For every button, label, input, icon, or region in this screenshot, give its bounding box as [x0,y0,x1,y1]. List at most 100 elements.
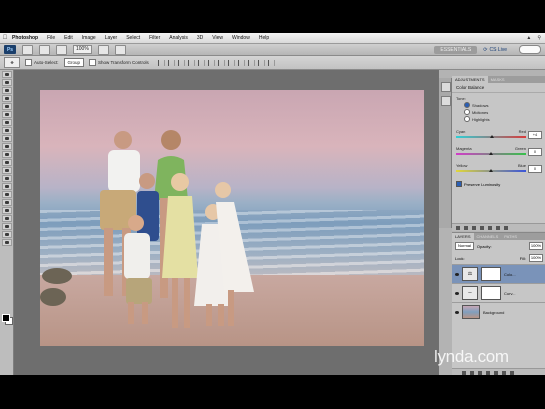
magenta-green-slider[interactable]: Magenta Green 0 [452,143,545,160]
layer-mask-thumbnail[interactable] [481,267,501,281]
eye-icon[interactable] [455,291,459,295]
expand-view-icon[interactable] [464,225,468,230]
hand-tool-icon[interactable] [2,231,12,238]
healing-brush-tool-icon[interactable] [2,119,12,126]
marquee-tool-icon[interactable] [2,79,12,86]
zoom-tool-icon[interactable] [2,239,12,246]
tone-midtones-radio[interactable]: Midtones [464,109,542,115]
gradient-tool-icon[interactable] [2,159,12,166]
help-search-input[interactable] [519,45,541,54]
menu-app-name[interactable]: Photoshop [12,35,38,41]
actions-panel-icon[interactable] [441,96,451,106]
add-mask-icon[interactable] [478,370,482,375]
history-brush-tool-icon[interactable] [2,143,12,150]
apple-icon[interactable]:  [0,35,10,41]
eyedropper-tool-icon[interactable] [2,111,12,118]
launch-mini-bridge-button[interactable] [39,44,50,55]
slider-thumb[interactable] [490,135,495,138]
auto-select-dropdown[interactable]: Group [63,58,85,67]
show-transform-checkbox[interactable]: Show Transform Controls [89,59,149,66]
reset-icon[interactable] [496,225,500,230]
zoom-level-select[interactable]: 100% [73,45,92,54]
delete-layer-icon[interactable] [510,370,514,375]
cyan-red-slider[interactable]: Cyan Red +4 [452,126,545,143]
path-select-tool-icon[interactable] [2,199,12,206]
clip-to-layer-icon[interactable] [472,225,476,230]
menu-file[interactable]: File [47,35,55,41]
pen-tool-icon[interactable] [2,183,12,190]
new-group-icon[interactable] [494,370,498,375]
layer-style-icon[interactable] [470,370,474,375]
menu-filter[interactable]: Filter [149,35,160,41]
tab-masks[interactable]: MASKS [488,76,508,83]
new-adjustment-icon[interactable] [486,370,490,375]
distribute-hcenter-icon[interactable] [257,59,265,66]
align-vcenter-icon[interactable] [167,59,175,66]
view-previous-icon[interactable] [488,225,492,230]
beach-family-photo[interactable] [40,90,424,346]
history-panel-icon[interactable] [441,82,451,92]
menu-layer[interactable]: Layer [105,35,118,41]
opacity-input[interactable]: 100% [529,242,543,250]
eye-icon[interactable] [455,272,459,276]
distribute-left-icon[interactable] [247,59,255,66]
radio-button[interactable] [464,109,470,115]
tone-shadows-radio[interactable]: Shadows [464,102,542,108]
arrange-documents-button[interactable] [97,44,109,55]
align-hcenter-icon[interactable] [197,59,205,66]
fill-input[interactable]: 100% [529,254,543,262]
show-transform-box[interactable] [89,59,97,66]
menu-edit[interactable]: Edit [64,35,73,41]
document-canvas-area[interactable] [14,70,438,375]
menu-window[interactable]: Window [232,35,250,41]
distribute-vcenter-icon[interactable] [227,59,235,66]
align-left-icon[interactable] [187,59,195,66]
toggle-visibility-icon[interactable] [480,225,484,230]
spotlight-icon[interactable]: ⚲ [537,35,541,41]
blend-mode-dropdown[interactable]: Normal [455,242,474,250]
clone-stamp-tool-icon[interactable] [2,135,12,142]
menu-image[interactable]: Image [82,35,96,41]
brush-tool-icon[interactable] [2,127,12,134]
wifi-icon[interactable]: ▲ [526,35,531,41]
return-to-list-icon[interactable] [456,225,460,230]
type-tool-icon[interactable] [2,191,12,198]
delete-adjustment-icon[interactable] [504,225,508,230]
menu-analysis[interactable]: Analysis [169,35,188,41]
align-top-icon[interactable] [157,59,165,66]
magenta-green-value-input[interactable]: 0 [528,148,542,156]
tone-highlights-radio[interactable]: Highlights [464,116,542,122]
foreground-color-swatch[interactable] [2,314,10,322]
tab-channels[interactable]: CHANNELS [474,233,502,240]
menu-view[interactable]: View [212,35,223,41]
launch-bridge-button[interactable] [22,44,33,55]
3d-rotate-tool-icon[interactable] [2,215,12,222]
3d-camera-tool-icon[interactable] [2,223,12,230]
menu-3d[interactable]: 3D [197,35,203,41]
shape-tool-icon[interactable] [2,207,12,214]
menu-select[interactable]: Select [126,35,140,41]
dodge-tool-icon[interactable] [2,175,12,182]
layer-row[interactable]: ⚖ Colo... [452,264,545,283]
layer-mask-thumbnail[interactable] [481,286,501,300]
quick-select-tool-icon[interactable] [2,95,12,102]
menu-help[interactable]: Help [259,35,269,41]
tool-preset-picker[interactable]: ✥ [4,57,20,68]
lasso-tool-icon[interactable] [2,87,12,94]
auto-select-box[interactable] [25,59,32,66]
auto-select-checkbox[interactable]: Auto-Select: [25,59,59,66]
slider-thumb[interactable] [489,152,493,155]
yellow-blue-value-input[interactable]: 0 [528,165,542,173]
cyan-red-value-input[interactable]: +4 [528,131,542,139]
radio-button[interactable] [464,116,470,122]
new-layer-icon[interactable] [502,370,506,375]
tab-paths[interactable]: PATHS [501,233,520,240]
distribute-right-icon[interactable] [267,59,275,66]
crop-tool-icon[interactable] [2,103,12,110]
link-layers-icon[interactable] [462,370,466,375]
tab-layers[interactable]: LAYERS [452,233,474,240]
slider-thumb[interactable] [489,169,493,172]
yellow-blue-slider[interactable]: Yellow Blue 0 [452,160,545,177]
distribute-bottom-icon[interactable] [237,59,245,66]
eye-icon[interactable] [455,310,459,314]
